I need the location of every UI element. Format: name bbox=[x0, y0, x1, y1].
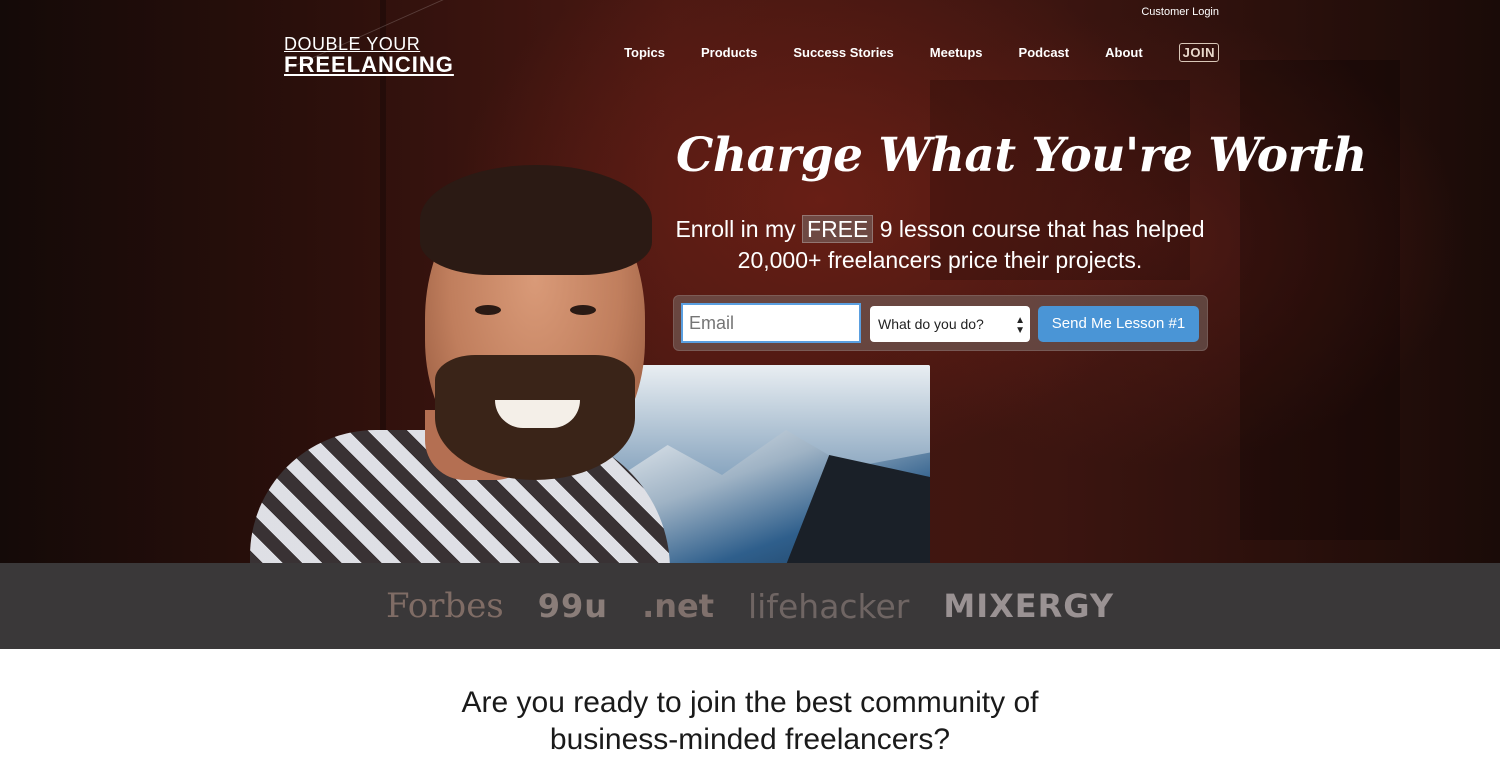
send-lesson-button[interactable]: Send Me Lesson #1 bbox=[1038, 306, 1199, 342]
99u-logo: 99u bbox=[537, 587, 609, 625]
community-heading: Are you ready to join the best community… bbox=[0, 684, 1500, 758]
nav-products[interactable]: Products bbox=[701, 45, 757, 60]
mixergy-logo: MIXERGY bbox=[943, 587, 1115, 625]
nav-about[interactable]: About bbox=[1105, 45, 1143, 60]
community-line1: Are you ready to join the best community… bbox=[461, 686, 1039, 719]
forbes-logo: Forbes bbox=[385, 586, 504, 626]
person-eye bbox=[475, 305, 501, 315]
community-line2: business-minded freelancers? bbox=[549, 723, 951, 756]
signup-form: What do you do? ▲▼ Send Me Lesson #1 bbox=[673, 295, 1208, 351]
nav-meetups[interactable]: Meetups bbox=[930, 45, 983, 60]
press-logos-bar: Forbes 99u .net lifehacker MIXERGY bbox=[0, 563, 1500, 649]
nav-success-stories[interactable]: Success Stories bbox=[793, 45, 893, 60]
hero-headline: Charge What You're Worth bbox=[676, 128, 1367, 183]
subhead-line2: 20,000+ freelancers price their projects… bbox=[737, 247, 1143, 273]
customer-login-link[interactable]: Customer Login bbox=[1141, 6, 1219, 18]
subhead-prefix: Enroll in my bbox=[675, 216, 796, 242]
hero-section: Customer Login DOUBLE YOUR FREELANCING T… bbox=[0, 0, 1500, 563]
main-nav: Topics Products Success Stories Meetups … bbox=[624, 43, 1219, 62]
nav-podcast[interactable]: Podcast bbox=[1019, 45, 1070, 60]
select-arrows-icon: ▲ ▼ bbox=[1015, 315, 1025, 336]
free-badge: FREE bbox=[802, 215, 874, 243]
join-button[interactable]: JOIN bbox=[1178, 43, 1219, 62]
subhead-suffix: 9 lesson course that has helped bbox=[879, 216, 1205, 242]
lifehacker-logo: lifehacker bbox=[748, 586, 910, 626]
site-logo[interactable]: DOUBLE YOUR FREELANCING bbox=[284, 0, 492, 157]
logo-line2: FREELANCING bbox=[284, 52, 454, 77]
logo-line1: DOUBLE YOUR bbox=[284, 34, 421, 54]
occupation-select[interactable]: What do you do? ▲ ▼ bbox=[870, 306, 1030, 342]
hero-subhead: Enroll in my FREE 9 lesson course that h… bbox=[660, 214, 1220, 276]
email-field[interactable] bbox=[681, 303, 861, 343]
person-eye bbox=[570, 305, 596, 315]
nav-topics[interactable]: Topics bbox=[624, 45, 665, 60]
person-hair bbox=[420, 165, 652, 275]
select-value: What do you do? bbox=[878, 316, 984, 332]
dotnet-logo: .net bbox=[642, 587, 715, 625]
logo-mark bbox=[292, 0, 492, 157]
hero-person-photo bbox=[250, 160, 670, 563]
